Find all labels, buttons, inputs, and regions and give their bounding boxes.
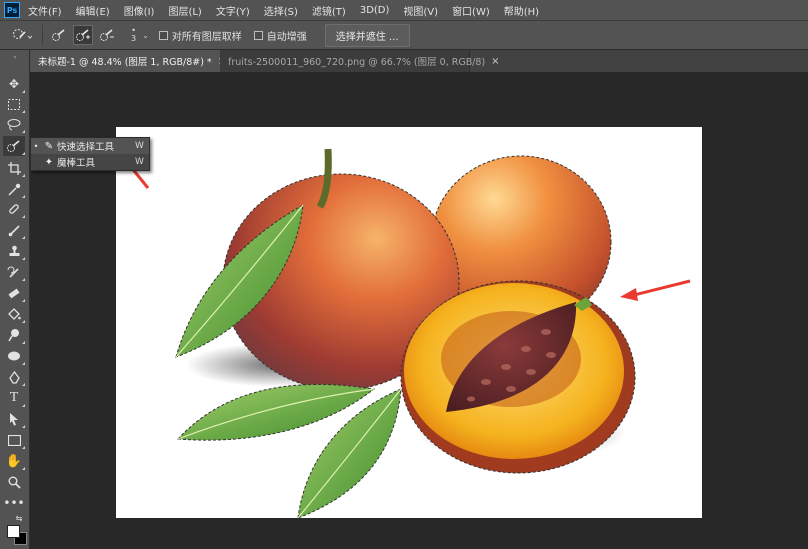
tab-fruits-png[interactable]: fruits-2500011_960_720.png @ 66.7% (图层 0… (220, 50, 500, 72)
move-tool[interactable]: ✥ (3, 74, 25, 94)
brush-tool[interactable] (3, 220, 25, 240)
quick-selection-icon (7, 140, 20, 152)
path-selection-icon (10, 413, 18, 426)
swap-colors-button[interactable]: ⇆ (3, 512, 25, 524)
flyout-item-label: 快速选择工具 (57, 142, 115, 153)
brush-new-icon (52, 29, 65, 41)
swap-colors-icon: ⇆ (15, 513, 23, 523)
subtract-from-selection-mode-button[interactable] (97, 25, 117, 45)
healing-brush-tool[interactable] (3, 199, 25, 219)
brush-size-picker[interactable]: • 3 (131, 27, 136, 43)
eraser-tool[interactable] (3, 283, 25, 303)
menu-window[interactable]: 窗口(W) (452, 3, 490, 18)
hand-icon: ✋ (5, 453, 23, 469)
photoshop-logo: Ps (4, 2, 20, 18)
add-to-selection-mode-button[interactable] (73, 25, 93, 45)
options-bar: • 3 ⌄ 对所有图层取样 自动增强 选择并遮住 ... (0, 20, 808, 50)
menu-select[interactable]: 选择(S) (264, 3, 298, 18)
shortcut-key: W (135, 141, 144, 151)
pen-tool[interactable] (3, 367, 25, 387)
tool-preset-picker[interactable] (8, 24, 36, 46)
tab-untitled-1[interactable]: 未标题-1 @ 48.4% (图层 1, RGB/8#) * × (30, 50, 226, 72)
flyout-item-label: 魔棒工具 (57, 158, 96, 169)
crop-tool[interactable] (3, 158, 25, 178)
brush-subtract-icon (100, 29, 114, 41)
close-icon[interactable]: × (491, 56, 499, 67)
crop-icon (7, 161, 21, 175)
tools-panel: » ✥ T ✋ ••• ⇆ (0, 50, 30, 549)
magic-wand-icon: ✦ (44, 156, 54, 168)
document-tabs: 未标题-1 @ 48.4% (图层 1, RGB/8#) * × fruits-… (30, 50, 808, 72)
auto-enhance-checkbox[interactable] (253, 30, 263, 40)
type-tool[interactable]: T (3, 388, 25, 408)
paint-bucket-icon (8, 307, 21, 320)
brush-size-value: 3 (131, 34, 137, 43)
marquee-icon (8, 98, 20, 110)
rectangle-tool[interactable] (3, 430, 25, 450)
clone-stamp-icon (9, 245, 19, 256)
dodge-icon (7, 329, 19, 342)
selected-dot-icon: • (33, 141, 39, 151)
panel-collapse-icon[interactable]: » (2, 54, 28, 61)
sample-all-layers-checkbox[interactable] (158, 30, 168, 40)
select-and-mask-button[interactable]: 选择并遮住 ... (324, 23, 410, 47)
foreground-color-swatch[interactable] (7, 525, 20, 538)
canvas[interactable] (116, 127, 702, 518)
menu-image[interactable]: 图像(I) (124, 3, 155, 18)
sample-all-layers-label: 对所有图层取样 (171, 31, 242, 43)
menu-edit[interactable]: 编辑(E) (76, 3, 110, 18)
zoom-tool[interactable] (3, 472, 25, 492)
menu-3d[interactable]: 3D(D) (360, 5, 390, 16)
tab-title: 未标题-1 @ 48.4% (图层 1, RGB/8#) * (38, 57, 212, 68)
brush-icon (8, 224, 20, 236)
tab-title: fruits-2500011_960_720.png @ 66.7% (图层 0… (228, 57, 486, 68)
more-tools-button[interactable]: ••• (3, 493, 25, 513)
marquee-tool[interactable] (3, 94, 25, 114)
more-icon: ••• (3, 496, 25, 510)
zoom-icon (8, 476, 21, 489)
move-icon: ✥ (8, 77, 20, 91)
history-brush-tool[interactable] (3, 262, 25, 282)
flyout-item-magic-wand[interactable]: ✦ 魔棒工具 W (31, 154, 149, 170)
fruit-artwork (175, 148, 636, 518)
menu-file[interactable]: 文件(F) (28, 3, 62, 18)
new-selection-mode-button[interactable] (49, 25, 69, 45)
rectangle-icon (7, 434, 21, 446)
clone-stamp-tool[interactable] (3, 241, 25, 261)
paint-bucket-tool[interactable] (3, 304, 25, 324)
history-brush-icon (7, 266, 19, 278)
lasso-tool[interactable] (3, 114, 25, 134)
quick-selection-tool[interactable] (3, 136, 25, 156)
path-selection-tool[interactable] (3, 409, 25, 429)
menu-help[interactable]: 帮助(H) (504, 3, 539, 18)
pen-icon (8, 370, 20, 384)
menu-type[interactable]: 文字(Y) (216, 3, 250, 18)
sponge-icon (8, 351, 20, 361)
separator (42, 25, 43, 45)
dodge-tool[interactable] (3, 325, 25, 345)
type-icon: T (9, 390, 19, 405)
menu-filter[interactable]: 滤镜(T) (312, 3, 346, 18)
menu-layer[interactable]: 图层(L) (168, 3, 201, 18)
eyedropper-tool[interactable] (3, 179, 25, 199)
menu-view[interactable]: 视图(V) (403, 3, 438, 18)
menu-bar: Ps 文件(F) 编辑(E) 图像(I) 图层(L) 文字(Y) 选择(S) 滤… (0, 0, 808, 20)
chevron-down-icon[interactable]: ⌄ (142, 31, 149, 40)
hand-tool[interactable]: ✋ (3, 451, 25, 471)
healing-brush-icon (9, 204, 19, 214)
sponge-tool[interactable] (3, 346, 25, 366)
eraser-icon (8, 288, 20, 298)
auto-enhance-label: 自动增强 (266, 31, 307, 43)
quick-selection-icon: ✎ (44, 140, 54, 152)
shortcut-key: W (135, 157, 144, 167)
eyedropper-icon (7, 183, 20, 196)
lasso-icon (7, 118, 21, 130)
tool-flyout-menu: • ✎ 快速选择工具 W ✦ 魔棒工具 W (30, 137, 150, 171)
brush-add-icon (76, 29, 90, 41)
quick-selection-icon (13, 29, 33, 39)
flyout-item-quick-selection[interactable]: • ✎ 快速选择工具 W (31, 138, 149, 154)
